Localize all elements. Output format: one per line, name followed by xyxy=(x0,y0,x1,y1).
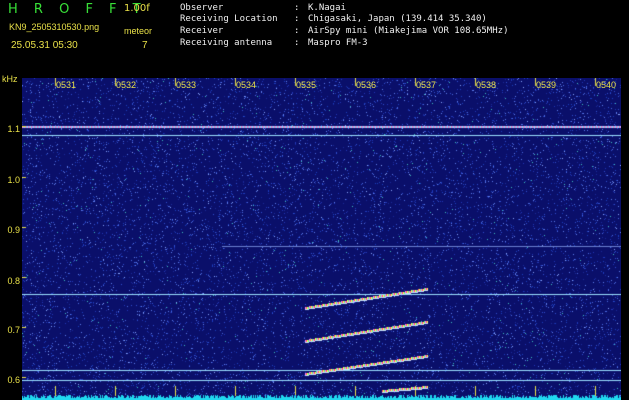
y-tick-label: 0.6 xyxy=(7,375,20,385)
meteor-count: 7 xyxy=(142,40,148,51)
x-tick-label: 0537 xyxy=(416,80,437,90)
x-tick-label: 0538 xyxy=(476,80,497,90)
x-tick-label: 0539 xyxy=(536,80,557,90)
y-tick-label: 1.1 xyxy=(7,124,20,134)
x-tick-label: 0532 xyxy=(116,80,137,90)
info-key: Receiving antenna xyxy=(180,38,273,48)
info-value: Maspro FM-3 xyxy=(308,38,368,48)
x-tick-label: 0534 xyxy=(236,80,257,90)
y-tick-label: 0.9 xyxy=(7,225,20,235)
info-key: Receiving Location xyxy=(180,14,278,24)
y-axis-unit: kHz xyxy=(2,74,18,84)
info-key: Receiver xyxy=(180,26,224,36)
info-value: K.Nagai xyxy=(308,3,346,13)
right-border xyxy=(621,78,629,400)
x-tick-label: 0540 xyxy=(596,80,617,90)
hroft-window: H R O F F T 1.00f KN9_2505310530.png 25.… xyxy=(0,0,629,400)
version-label: 1.00f xyxy=(124,3,150,14)
x-tick-label: 0533 xyxy=(176,80,197,90)
info-key: Observer xyxy=(180,3,224,13)
info-receiver: Receiver: AirSpy mini (Miakejima VOR 108.… xyxy=(180,26,509,36)
file-name: KN9_2505310530.png xyxy=(9,22,100,32)
info-observer: Observer: K.Nagai xyxy=(180,3,346,13)
x-tick-label: 0531 xyxy=(56,80,77,90)
x-tick-label: 0535 xyxy=(296,80,317,90)
info-value: Chigasaki, Japan (139.414 35.340) xyxy=(308,14,487,24)
observation-datetime: 25.05.31 05:30 xyxy=(11,40,78,51)
info-value: AirSpy mini (Miakejima VOR 108.65MHz) xyxy=(308,26,509,36)
meteor-label: meteor xyxy=(124,26,153,36)
x-tick-label: 0536 xyxy=(356,80,377,90)
y-tick-label: 1.0 xyxy=(7,175,20,185)
y-tick-label: 0.8 xyxy=(7,276,20,286)
info-location: Receiving Location: Chigasaki, Japan (139… xyxy=(180,14,487,24)
spectrogram-canvas xyxy=(22,78,621,400)
info-antenna: Receiving antenna: Maspro FM-3 xyxy=(180,38,368,48)
y-tick-label: 0.7 xyxy=(7,325,20,335)
